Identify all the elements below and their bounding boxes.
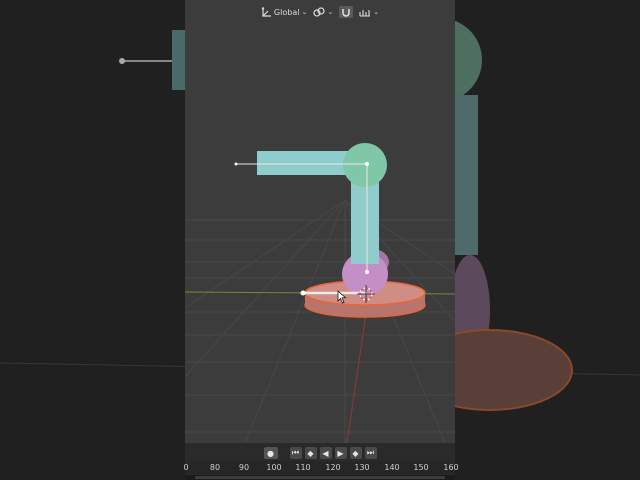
ruler-tick: 160 bbox=[443, 463, 459, 472]
scrollbar-thumb[interactable] bbox=[195, 476, 445, 479]
chevron-down-icon: ⌄ bbox=[327, 8, 334, 16]
ruler-tick: 80 bbox=[209, 463, 221, 472]
ruler-tick: 120 bbox=[325, 463, 341, 472]
prev-keyframe-icon: ◆ bbox=[307, 448, 314, 458]
transform-orientation-dropdown[interactable]: Global ⌄ bbox=[261, 6, 308, 18]
vertical-arm-bone[interactable] bbox=[351, 178, 379, 264]
ruler-tick: 0 bbox=[183, 463, 189, 472]
jump-start-button[interactable]: ⏮ bbox=[289, 447, 302, 459]
next-keyframe-button[interactable]: ◆ bbox=[349, 447, 362, 459]
play-icon: ▶ bbox=[337, 448, 344, 458]
bone-joint-point[interactable] bbox=[365, 162, 369, 166]
orientation-label: Global bbox=[273, 7, 300, 17]
bone-joint-point[interactable] bbox=[365, 270, 369, 274]
chevron-down-icon: ⌄ bbox=[373, 8, 380, 16]
record-icon: ● bbox=[267, 448, 274, 458]
ruler-tick: 100 bbox=[266, 463, 282, 472]
chevron-down-icon: ⌄ bbox=[301, 8, 308, 16]
play-button[interactable]: ▶ bbox=[334, 447, 347, 459]
pivot-point-dropdown[interactable]: ⌄ bbox=[313, 7, 333, 17]
jump-end-button[interactable]: ⏭ bbox=[364, 447, 377, 459]
snap-target-dropdown[interactable]: ⌄ bbox=[359, 7, 379, 17]
pivot-link-icon bbox=[313, 7, 325, 17]
timeline-editor: ● ⏮ ◆ ◀ ▶ ◆ ⏭ 0 80 90 100 110 120 130 14… bbox=[183, 443, 459, 480]
bone-tip-point[interactable] bbox=[234, 162, 238, 166]
snap-magnet-icon bbox=[342, 9, 351, 17]
snap-toggle-button[interactable] bbox=[339, 6, 354, 18]
ruler-tick: 150 bbox=[413, 463, 429, 472]
play-reverse-icon: ◀ bbox=[322, 448, 329, 458]
viewport-canvas[interactable] bbox=[185, 0, 455, 443]
jump-start-icon: ⏮ bbox=[291, 448, 300, 457]
next-keyframe-icon: ◆ bbox=[352, 448, 359, 458]
y-axis-line bbox=[346, 299, 369, 443]
3d-viewport[interactable]: Global ⌄ ⌄ ⌄ bbox=[185, 0, 455, 443]
ruler-tick: 110 bbox=[295, 463, 311, 472]
play-reverse-button[interactable]: ◀ bbox=[319, 447, 332, 459]
timeline-scrollbar[interactable] bbox=[185, 475, 455, 480]
snap-increment-icon bbox=[359, 10, 371, 17]
jump-end-icon: ⏭ bbox=[366, 448, 375, 457]
floor-grid bbox=[185, 199, 455, 443]
ruler-tick: 140 bbox=[384, 463, 400, 472]
ruler-tick: 90 bbox=[238, 463, 250, 472]
frame-ruler[interactable]: 0 80 90 100 110 120 130 140 150 160 bbox=[183, 461, 459, 474]
selected-bone-head[interactable] bbox=[300, 290, 306, 296]
playback-controls: ● ⏮ ◆ ◀ ▶ ◆ ⏭ bbox=[185, 445, 455, 461]
transform-orientation-icon bbox=[261, 6, 271, 17]
green-shoulder-joint[interactable] bbox=[343, 143, 387, 187]
record-button[interactable]: ● bbox=[263, 447, 278, 459]
ruler-tick: 130 bbox=[354, 463, 370, 472]
viewport-header: Global ⌄ ⌄ ⌄ bbox=[185, 0, 455, 24]
prev-keyframe-button[interactable]: ◆ bbox=[304, 447, 317, 459]
